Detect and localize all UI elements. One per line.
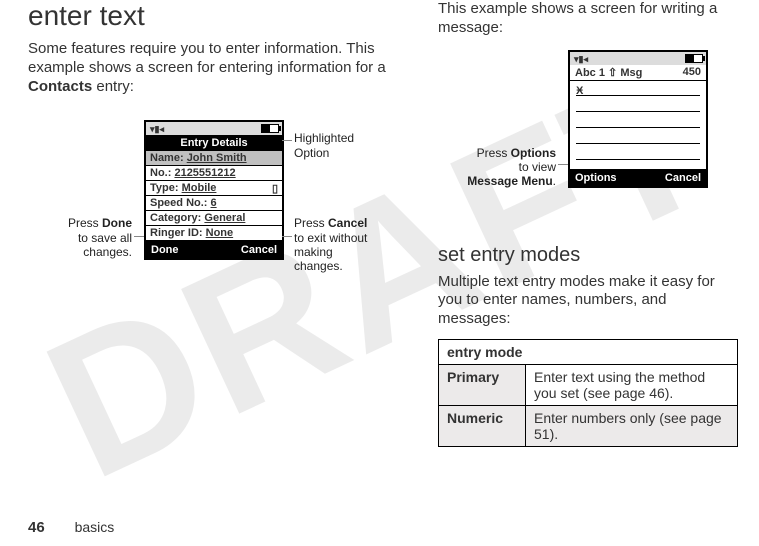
msg-label: Msg	[620, 67, 642, 79]
callout-cancel: Press Cancel to exit without making chan…	[294, 216, 384, 274]
intro-para-left: Some features require you to enter infor…	[28, 40, 423, 96]
field-value: Mobile	[182, 182, 217, 194]
field-label: Type:	[150, 182, 179, 194]
para-entry-modes: Multiple text entry modes make it easy f…	[438, 273, 738, 329]
shift-icon: ⇧	[608, 67, 617, 79]
field-value: None	[206, 227, 234, 239]
callout-done: Press Done to save all changes.	[28, 216, 132, 259]
footer-label: basics	[75, 519, 115, 535]
field-speed[interactable]: Speed No.: 6	[146, 196, 282, 211]
field-value: 6	[211, 197, 217, 209]
desc-pre: Enter numbers only (see page	[534, 410, 722, 426]
contacts-phone-mock: ▾▮◂ Entry Details Name: John Smith No.: …	[144, 120, 284, 260]
callout-cancel-post: to exit without making changes.	[294, 231, 367, 274]
mode-name: Primary	[439, 364, 526, 405]
heading-set-entry-modes: set entry modes	[438, 244, 738, 267]
mobile-icon: ▯	[272, 182, 278, 195]
softkey-options[interactable]: Options	[575, 172, 617, 184]
cursor-icon: Ӿ	[576, 85, 583, 97]
desc-page: 51	[534, 426, 550, 442]
field-label: Category:	[150, 212, 201, 224]
softkey-cancel[interactable]: Cancel	[241, 244, 277, 256]
window-title: Entry Details	[146, 135, 282, 151]
field-label: Speed No.:	[150, 197, 207, 209]
entry-mode-header: entry mode	[439, 339, 738, 364]
mode-desc: Enter text using the method you set (see…	[526, 364, 738, 405]
page-footer: 46 basics	[28, 519, 114, 536]
field-category[interactable]: Category: General	[146, 211, 282, 226]
field-value: 2125551212	[174, 167, 235, 179]
field-name[interactable]: Name: John Smith	[146, 151, 282, 166]
battery-icon	[261, 124, 279, 133]
callout-line	[134, 236, 144, 237]
status-bar: ▾▮◂	[146, 122, 282, 135]
field-value: John Smith	[187, 152, 247, 164]
callout-cancel-pre: Press	[294, 216, 328, 230]
message-textarea[interactable]: Ӿ	[570, 81, 706, 169]
mode-label: Abc 1	[575, 67, 605, 79]
signal-icon: ▾▮◂	[150, 124, 164, 135]
table-row: Numeric Enter numbers only (see page 51)…	[439, 405, 738, 446]
field-label: No.:	[150, 167, 171, 179]
intro-text-pre: Some features require you to enter infor…	[28, 40, 386, 76]
desc-pre: Enter text using the method you set (see…	[534, 369, 705, 401]
callout-highlighted: Highlighted Option	[294, 131, 374, 160]
intro-para-right: This example shows a screen for writing …	[438, 0, 738, 38]
intro-text-post: entry:	[92, 78, 134, 95]
desc-post: ).	[550, 426, 559, 442]
field-ringer[interactable]: Ringer ID: None	[146, 226, 282, 241]
mode-desc: Enter numbers only (see page 51).	[526, 405, 738, 446]
intro-text-bold: Contacts	[28, 78, 92, 95]
field-no[interactable]: No.: 2125551212	[146, 166, 282, 181]
callout-options-mid: to view	[519, 160, 556, 174]
msg-header: Abc 1 ⇧ Msg 450	[570, 65, 706, 81]
status-bar: ▾▮◂	[570, 52, 706, 65]
callout-cancel-bold: Cancel	[328, 216, 367, 230]
callout-options-bold: Options	[511, 146, 556, 160]
softkey-cancel[interactable]: Cancel	[665, 172, 701, 184]
callout-line	[558, 164, 568, 165]
callout-line	[282, 140, 292, 141]
char-counter: 450	[683, 66, 701, 79]
heading-enter-text: enter text	[28, 0, 423, 32]
field-label: Ringer ID:	[150, 227, 203, 239]
callout-line	[282, 236, 292, 237]
table-row: Primary Enter text using the method you …	[439, 364, 738, 405]
mode-name: Numeric	[439, 405, 526, 446]
callout-done-post: to save all changes.	[78, 231, 132, 259]
field-type[interactable]: Type: Mobile ▯	[146, 181, 282, 196]
field-value: General	[204, 212, 245, 224]
field-label: Name:	[150, 152, 184, 164]
page-number: 46	[28, 519, 45, 536]
callout-options-pre: Press	[477, 146, 511, 160]
callout-options-post: .	[553, 174, 556, 188]
callout-options: Press Options to view Message Menu.	[438, 146, 556, 189]
callout-options-bold2: Message Menu	[467, 174, 552, 188]
msg-phone-mock: ▾▮◂ Abc 1 ⇧ Msg 450 Ӿ Options Can	[568, 50, 708, 188]
battery-icon	[685, 54, 703, 63]
entry-mode-table: entry mode Primary Enter text using the …	[438, 339, 738, 447]
desc-post: ).	[665, 385, 674, 401]
signal-icon: ▾▮◂	[574, 54, 588, 65]
softkey-done[interactable]: Done	[151, 244, 179, 256]
callout-done-bold: Done	[102, 216, 132, 230]
callout-done-pre: Press	[68, 216, 102, 230]
desc-page: 46	[649, 385, 665, 401]
